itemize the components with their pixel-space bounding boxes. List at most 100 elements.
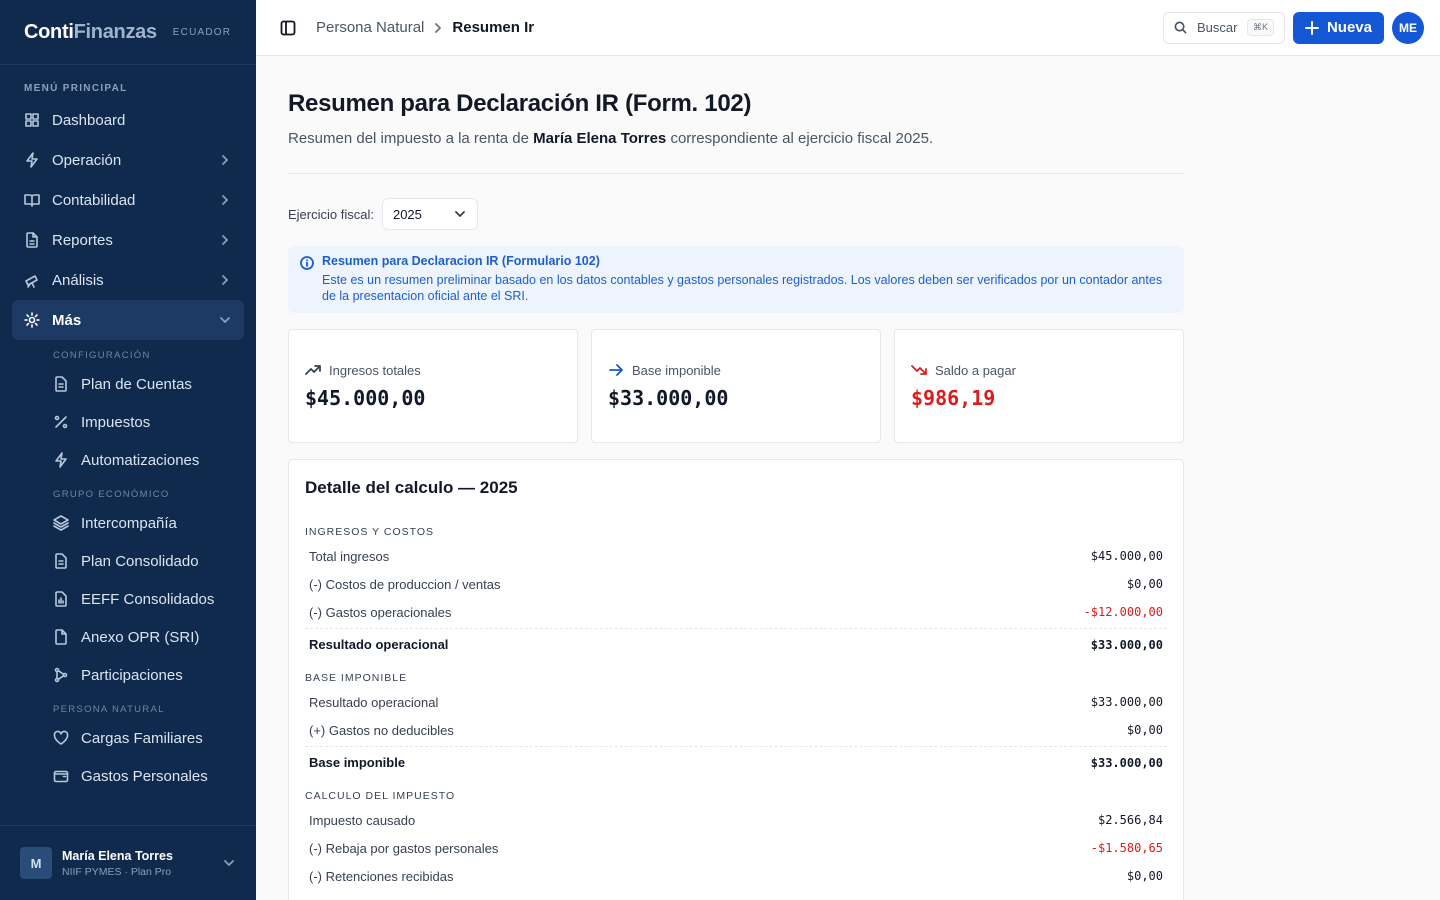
section-head: BASE IMPONIBLE: [305, 672, 408, 684]
sidebar-item-plan-consolidado[interactable]: Plan Consolidado: [0, 542, 256, 580]
avatar: M: [20, 847, 52, 879]
chevron-down-icon: [455, 211, 465, 217]
sidebar-item-label: Plan de Cuentas: [81, 375, 192, 393]
table-row: (-) Costos de produccion / ventas $0,00: [305, 570, 1167, 598]
row-amount: $45.000,00: [1090, 549, 1163, 563]
row-label: (-) Rebaja por gastos personales: [309, 840, 499, 856]
sidebar-item-impuestos[interactable]: Impuestos: [0, 403, 256, 441]
sidebar-item-label: Cargas Familiares: [81, 729, 203, 747]
row-label: (-) Retenciones recibidas: [309, 868, 454, 884]
sidebar-item-label: Análisis: [52, 271, 104, 289]
sidebar: ContiFinanzas ECUADOR MENÚ PRINCIPAL Das…: [0, 0, 256, 900]
card-saldo-a-pagar: Saldo a pagar $986,19: [894, 329, 1184, 443]
sidebar-item-label: Operación: [52, 151, 122, 169]
row-amount: $33.000,00: [1090, 755, 1163, 770]
info-title: Resumen para Declaracion IR (Formulario …: [322, 254, 600, 268]
heart-icon: [53, 730, 69, 746]
sidebar-item-anexo-opr[interactable]: Anexo OPR (SRI): [0, 618, 256, 656]
sidebar-item-plan-de-cuentas[interactable]: Plan de Cuentas: [0, 365, 256, 403]
plus-icon: [1304, 20, 1319, 35]
chevron-right-icon: [218, 153, 232, 167]
grid-icon: [24, 112, 40, 128]
row-label: Impuesto causado: [309, 812, 416, 828]
file-icon: [53, 629, 69, 645]
sidebar-item-gastos-personales[interactable]: Gastos Personales: [0, 757, 256, 795]
sidebar-item-operacion[interactable]: Operación: [12, 140, 244, 180]
sidebar-item-intercompania[interactable]: Intercompañía: [0, 504, 256, 542]
brand-logo[interactable]: ContiFinanzas: [24, 21, 157, 44]
row-amount: -$12.000,00: [1083, 605, 1163, 619]
card-value: $33.000,00: [608, 386, 729, 410]
brand-name-b: Finanzas: [73, 20, 157, 43]
sidebar-item-label: Participaciones: [81, 666, 183, 684]
sidebar-item-label: Anexo OPR (SRI): [81, 628, 200, 646]
chevron-right-icon: [218, 233, 232, 247]
table-row: Total ingresos $45.000,00: [305, 542, 1167, 570]
sidebar-item-label: Automatizaciones: [81, 451, 200, 469]
row-amount: $0,00: [1126, 723, 1163, 737]
search-button[interactable]: Buscar ⌘K: [1162, 11, 1285, 44]
row-amount: $2.566,84: [1097, 813, 1163, 827]
brand-country-tag: ECUADOR: [172, 26, 232, 38]
sidebar-item-mas[interactable]: Más: [12, 300, 244, 340]
bolt-icon: [53, 452, 69, 468]
breadcrumb-parent[interactable]: Persona Natural: [316, 19, 424, 36]
card-base-imponible: Base imponible $33.000,00: [591, 329, 881, 443]
table-row: (-) Rebaja por gastos personales -$1.580,…: [305, 834, 1167, 862]
page-subtitle: Resumen del impuesto a la renta de María…: [288, 130, 1184, 147]
sidebar-item-label: Reportes: [52, 231, 113, 249]
summary-cards: Ingresos totales $45.000,00 Base imponib…: [288, 329, 1184, 443]
book-icon: [24, 192, 40, 208]
card-value: $986,19: [911, 386, 996, 410]
row-label: (-) Gastos operacionales: [309, 604, 452, 620]
fiscal-year-select[interactable]: 2025: [381, 198, 478, 230]
file-icon: [24, 232, 40, 248]
gear-icon: [24, 312, 40, 328]
search-shortcut: ⌘K: [1246, 19, 1274, 36]
chevron-right-icon: [432, 22, 444, 34]
sidebar-toggle-icon[interactable]: [280, 20, 296, 36]
user-menu[interactable]: M María Elena Torres NIIF PYMES · Plan P…: [0, 825, 256, 900]
sidebar-item-eeff-consolidados[interactable]: EEFF Consolidados: [0, 580, 256, 618]
row-label: (-) Costos de produccion / ventas: [309, 576, 501, 592]
sidebar-item-contabilidad[interactable]: Contabilidad: [12, 180, 244, 220]
info-text: Este es un resumen preliminar basado en …: [322, 273, 1163, 303]
fiscal-year-value: 2025: [392, 206, 422, 222]
info-icon: [300, 256, 314, 275]
brand-name-a: Conti: [24, 20, 74, 43]
sidebar-item-analisis[interactable]: Análisis: [12, 260, 244, 300]
sidebar-item-reportes[interactable]: Reportes: [12, 220, 244, 260]
file-chart-icon: [53, 591, 69, 607]
user-avatar-button[interactable]: ME: [1392, 11, 1424, 44]
fiscal-year-label: Ejercicio fiscal:: [288, 206, 374, 222]
divider: [288, 173, 1184, 174]
main-content: Resumen para Declaración IR (Form. 102) …: [288, 56, 1184, 900]
row-label: Total ingresos: [309, 548, 390, 564]
sidebar-item-participaciones[interactable]: Participaciones: [0, 656, 256, 694]
sub-group-title: GRUPO ECONÓMICO: [53, 489, 170, 500]
row-amount: $0,00: [1126, 869, 1163, 883]
wallet-icon: [53, 768, 69, 784]
topbar: Persona Natural Resumen Ir Buscar ⌘K Nue…: [256, 0, 1440, 56]
sidebar-item-label: Plan Consolidado: [81, 552, 199, 570]
chevron-right-icon: [218, 193, 232, 207]
sub-group-title: PERSONA NATURAL: [53, 704, 165, 715]
chevron-right-icon: [218, 273, 232, 287]
sidebar-item-label: Impuestos: [81, 413, 151, 431]
card-label: Base imponible: [632, 362, 721, 378]
row-label: (+) Gastos no deducibles: [309, 722, 454, 738]
calculation-detail: Detalle del calculo — 2025 INGRESOS Y CO…: [288, 459, 1184, 900]
new-button[interactable]: Nueva: [1292, 11, 1384, 44]
sidebar-item-label: Dashboard: [52, 111, 126, 129]
sub-group-title: CONFIGURACIÓN: [53, 350, 151, 361]
search-label: Buscar: [1196, 20, 1238, 35]
table-row: Resultado operacional $33.000,00: [305, 688, 1167, 716]
sidebar-item-cargas-familiares[interactable]: Cargas Familiares: [0, 719, 256, 757]
sidebar-item-label: Gastos Personales: [81, 767, 208, 785]
page-title: Resumen para Declaración IR (Form. 102): [288, 90, 752, 117]
sidebar-item-dashboard[interactable]: Dashboard: [12, 100, 244, 140]
breadcrumb-current: Resumen Ir: [452, 19, 535, 36]
row-amount: $0,00: [1126, 577, 1163, 591]
section-head: INGRESOS Y COSTOS: [305, 526, 435, 538]
sidebar-item-automatizaciones[interactable]: Automatizaciones: [0, 441, 256, 479]
